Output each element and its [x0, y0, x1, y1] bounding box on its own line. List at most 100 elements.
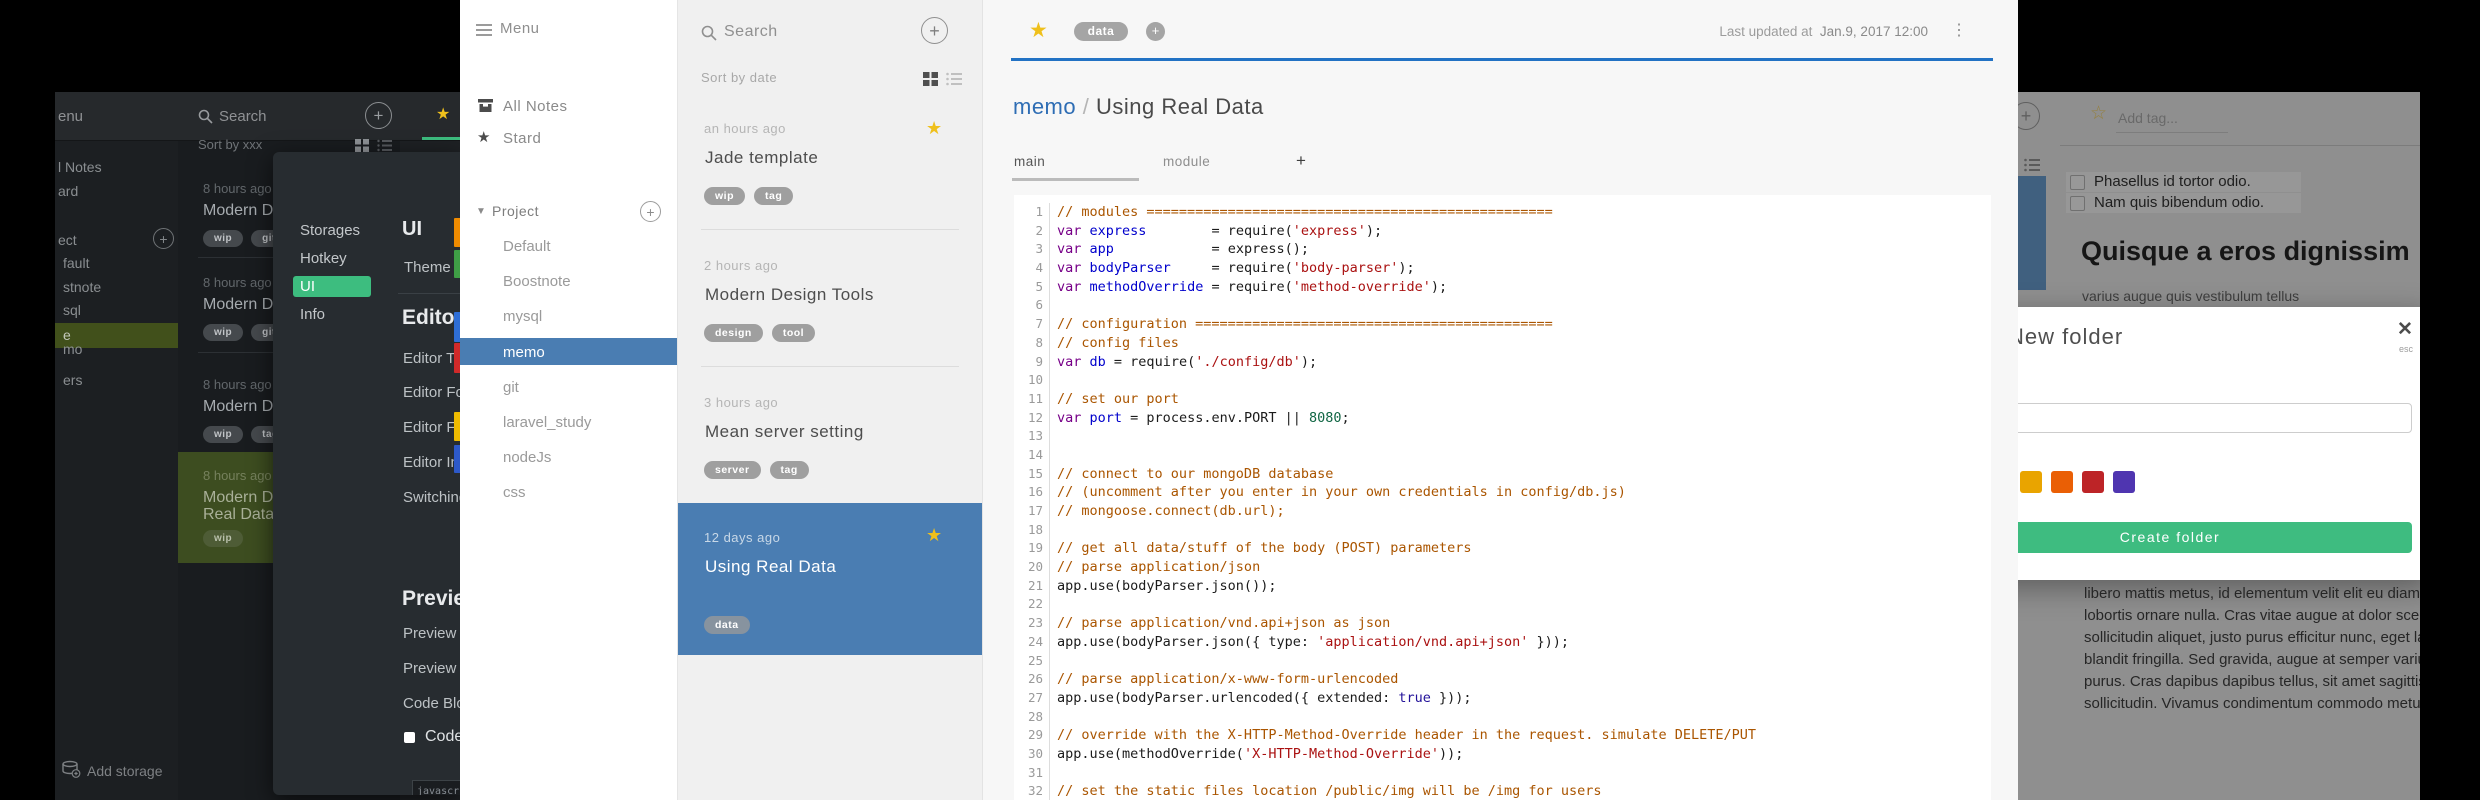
sidebar-folder[interactable]: Default	[503, 238, 551, 255]
add-storage-button[interactable]: Add storage	[87, 763, 163, 779]
create-folder-button[interactable]: Create folder	[2018, 522, 2412, 553]
hamburger-menu-icon[interactable]	[476, 24, 492, 39]
settings-row[interactable]: Preview F	[403, 625, 461, 642]
sidebar-item[interactable]: l Notes	[58, 159, 102, 175]
tag-badge[interactable]: server	[704, 461, 761, 479]
tag-badge[interactable]: wip	[704, 187, 745, 205]
sidebar-folder[interactable]: laravel_study	[503, 414, 591, 431]
settings-row[interactable]: Editor Th	[403, 350, 461, 367]
sidebar-folder[interactable]: fault	[63, 255, 89, 271]
tab-main[interactable]: main	[1014, 154, 1045, 169]
sidebar-folder[interactable]: nodeJs	[503, 449, 551, 466]
sidebar-project-label[interactable]: Project	[492, 203, 539, 219]
tab-module[interactable]: module	[1163, 154, 1210, 169]
color-swatch[interactable]	[2113, 471, 2135, 493]
checkbox[interactable]	[2070, 196, 2085, 211]
note-divider	[701, 229, 959, 230]
grid-view-icon[interactable]	[355, 139, 369, 152]
tag-badge[interactable]: design	[704, 324, 763, 342]
code-line: 26 // parse application/x-www-form-urlenc…	[1014, 670, 1991, 689]
sidebar-folder[interactable]: mo	[63, 341, 82, 357]
settings-row[interactable]: Editor Inc	[403, 454, 461, 471]
note-list-item-selected[interactable]: 12 days ago ★ Using Real Data data	[678, 503, 982, 655]
sidebar-item-all-notes[interactable]: All Notes	[503, 98, 568, 115]
tag-badge[interactable]: wip	[203, 324, 244, 341]
color-swatch[interactable]	[2051, 471, 2073, 493]
new-note-button[interactable]: +	[921, 17, 948, 44]
settings-row[interactable]: Preview F	[403, 660, 461, 677]
code-line: 32 // set the static files location /publ…	[1014, 782, 1991, 800]
line-number: 5	[1014, 277, 1050, 297]
add-folder-button[interactable]: +	[153, 228, 174, 249]
sort-selector[interactable]: Sort by date	[701, 70, 777, 85]
sidebar-folder[interactable]: memo	[503, 344, 545, 361]
search-input[interactable]: Search	[219, 108, 267, 125]
close-icon[interactable]: ✕	[2397, 318, 2413, 341]
code-text	[1050, 521, 1065, 540]
settings-menu-item[interactable]: UI	[300, 278, 315, 295]
settings-menu-item[interactable]: Hotkey	[300, 250, 347, 267]
code-block-theme-preview[interactable]: javascri	[412, 780, 461, 795]
tag-badge[interactable]: wip	[203, 426, 244, 443]
grid-view-icon[interactable]	[923, 72, 938, 86]
sidebar-project-label[interactable]: ect	[58, 232, 77, 248]
sidebar-folder[interactable]: css	[503, 484, 526, 501]
tag-badge[interactable]: data	[704, 616, 750, 634]
sidebar-folder[interactable]: Boostnote	[503, 273, 571, 290]
settings-menu-item[interactable]: Info	[300, 306, 325, 323]
note-title[interactable]: Modern Design Tools	[705, 285, 874, 305]
sidebar-folder-selected-row[interactable]	[460, 338, 677, 365]
folder-name-input[interactable]	[2018, 403, 2412, 433]
menu-button[interactable]: enu	[58, 108, 83, 125]
code-text	[1050, 652, 1065, 671]
settings-row[interactable]: Code Blo	[403, 695, 461, 712]
tag-badge[interactable]: tag	[769, 461, 809, 479]
tag-badge[interactable]: wip	[203, 230, 244, 247]
note-title[interactable]: Mean server setting	[705, 422, 864, 442]
settings-theme-row[interactable]: Theme	[404, 259, 451, 276]
add-tab-button[interactable]: +	[1296, 151, 1306, 171]
code-text	[1050, 427, 1065, 446]
project-caret-icon[interactable]: ▼	[476, 206, 486, 217]
star-icon[interactable]: ★	[436, 104, 450, 124]
page-title: Using Real Data	[1096, 94, 1264, 119]
note-star-icon[interactable]: ★	[926, 525, 942, 546]
note-star-toggle[interactable]: ★	[1029, 18, 1048, 43]
list-view-icon[interactable]	[946, 72, 962, 86]
code-editor[interactable]: 1 // modules ============================…	[1014, 195, 1991, 800]
new-note-button[interactable]: +	[365, 102, 392, 129]
checkbox[interactable]	[2070, 175, 2085, 190]
settings-checkbox[interactable]	[404, 732, 415, 743]
settings-row[interactable]: Editor Fo	[403, 419, 461, 436]
breadcrumb-folder[interactable]: memo	[1013, 94, 1076, 119]
settings-row[interactable]: Editor Fo	[403, 384, 461, 401]
menu-button[interactable]: Menu	[500, 20, 540, 37]
more-options-icon[interactable]: ⋮	[1951, 20, 1967, 40]
search-input[interactable]: Search	[724, 23, 778, 41]
add-folder-button[interactable]: +	[640, 201, 661, 222]
tag-badge[interactable]: tag	[754, 187, 794, 205]
note-tags: design tool	[704, 323, 824, 342]
tag-badge[interactable]: wip	[203, 530, 244, 547]
sidebar-item[interactable]: ard	[58, 183, 78, 199]
sidebar-folder[interactable]: stnote	[63, 279, 101, 295]
note-tag-badge[interactable]: data	[1074, 22, 1128, 41]
sidebar-folder[interactable]: mysql	[503, 308, 542, 325]
color-swatch[interactable]	[2082, 471, 2104, 493]
tag-badge[interactable]: tool	[771, 324, 816, 342]
settings-menu-item[interactable]: Storages	[300, 222, 360, 239]
line-number: 15	[1014, 464, 1050, 484]
sort-selector[interactable]: Sort by xxx	[198, 137, 262, 152]
code-text: // config files	[1057, 334, 1179, 351]
note-star-icon[interactable]: ★	[926, 118, 942, 139]
note-title[interactable]: Jade template	[705, 148, 818, 168]
add-tag-button[interactable]: +	[1146, 22, 1165, 41]
code-text: // modules =============================…	[1057, 204, 1553, 220]
color-swatch[interactable]	[2020, 471, 2042, 493]
settings-row[interactable]: Switching	[403, 489, 461, 506]
sidebar-folder[interactable]: ers	[63, 372, 82, 388]
list-view-icon[interactable]	[377, 139, 392, 152]
sidebar-folder[interactable]: git	[503, 379, 519, 396]
sidebar-item-starred[interactable]: Stard	[503, 130, 541, 147]
sidebar-folder[interactable]: sql	[63, 302, 81, 318]
